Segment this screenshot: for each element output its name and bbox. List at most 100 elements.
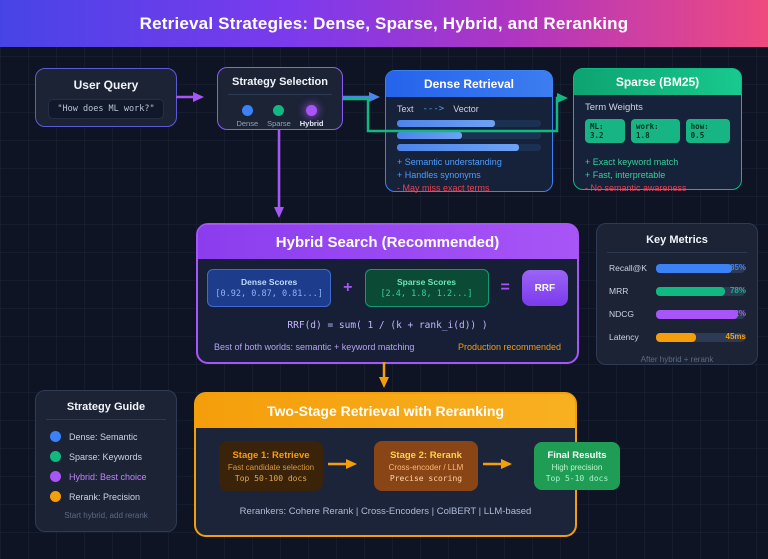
two-stage-header: Two-Stage Retrieval with Reranking <box>196 394 575 428</box>
legend-dot-icon <box>50 431 61 442</box>
legend-dot-icon <box>50 451 61 462</box>
dense-retrieval-box: Dense Retrieval Text ---> Vector + Seman… <box>385 70 553 192</box>
metric-label: Latency <box>609 332 649 342</box>
vector-bar <box>397 132 541 139</box>
key-metrics-title: Key Metrics <box>597 234 757 246</box>
guide-item-label: Dense: Semantic <box>69 432 138 442</box>
metric-bar: 85% <box>656 264 745 273</box>
guide-item: Rerank: Precision <box>50 491 162 502</box>
strategy-option-hybrid: Hybrid <box>300 105 324 128</box>
stage1-line1: Fast candidate selection <box>228 463 314 472</box>
user-query-box: User Query "How does ML work?" <box>35 68 177 127</box>
metric-row-mrr: MRR 78% <box>609 286 745 296</box>
final-results-box: Final Results High precision Top 5-10 do… <box>534 442 620 490</box>
strategy-option-label: Dense <box>236 119 258 128</box>
metric-label: Recall@K <box>609 263 649 273</box>
guide-item: Sparse: Keywords <box>50 451 162 462</box>
metric-bar-fill <box>656 333 696 342</box>
term-weight-chips: ML: 3.2work: 1.8how: 0.5 <box>585 119 730 143</box>
strategy-selection-box: Strategy Selection DenseSparseHybrid <box>217 67 343 130</box>
metric-bar-fill <box>656 310 738 319</box>
point-pro: + Semantic understanding <box>397 156 541 169</box>
dense-retrieval-header: Dense Retrieval <box>386 71 552 97</box>
metric-row-latency: Latency 45ms <box>609 332 745 342</box>
flow-from-label: Text <box>397 104 414 114</box>
strategy-options: DenseSparseHybrid <box>218 101 342 128</box>
divider <box>46 419 166 420</box>
plus-operator: + <box>343 279 352 297</box>
vector-bar <box>397 120 541 127</box>
vector-bar-fill <box>397 132 462 139</box>
point-con: - No semantic awareness <box>585 182 730 195</box>
sparse-dot-icon <box>273 105 284 116</box>
strategy-guide-box: Strategy Guide Dense: Semantic Sparse: Ke… <box>35 390 177 532</box>
rerankers-footer: Rerankers: Cohere Rerank | Cross-Encoder… <box>196 506 575 517</box>
guide-item: Dense: Semantic <box>50 431 162 442</box>
dense-scores-values: [0.92, 0.87, 0.81...] <box>215 289 322 299</box>
strategy-selection-title: Strategy Selection <box>218 76 342 88</box>
stage2-rerank-box: Stage 2: Rerank Cross-encoder / LLM Prec… <box>374 441 478 491</box>
equals-operator: = <box>501 279 510 297</box>
metric-label: NDCG <box>609 309 649 319</box>
legend-dot-icon <box>50 491 61 502</box>
metric-rows: Recall@K 85% MRR 78% NDCG 92% Latency 45ms <box>597 259 757 342</box>
hybrid-search-box: Hybrid Search (Recommended) Dense Scores… <box>196 223 579 364</box>
text-to-vector-row: Text ---> Vector <box>397 104 541 114</box>
divider <box>607 252 747 253</box>
metric-value: 92% <box>730 309 746 318</box>
two-stage-box: Two-Stage Retrieval with Reranking Stage… <box>194 392 577 537</box>
final-results-line1: High precision <box>552 463 603 472</box>
point-con: - May miss exact terms <box>397 182 541 195</box>
guide-item: Hybrid: Best choice <box>50 471 162 482</box>
point-pro: + Exact keyword match <box>585 156 730 169</box>
flow-to-label: Vector <box>453 104 479 114</box>
metric-bar: 92% <box>656 310 745 319</box>
dashed-arrow-icon: ---> <box>423 104 445 114</box>
guide-footer: Start hybrid, add rerank <box>36 511 176 520</box>
production-recommended-badge: Production recommended <box>458 342 561 352</box>
hybrid-footer: Best of both worlds: semantic + keyword … <box>198 342 577 352</box>
metric-value: 78% <box>730 286 746 295</box>
sparse-scores-title: Sparse Scores <box>397 277 456 287</box>
metric-bar-fill <box>656 287 725 296</box>
hybrid-note: Best of both worlds: semantic + keyword … <box>214 342 414 352</box>
divider <box>228 94 332 95</box>
legend-dot-icon <box>50 471 61 482</box>
term-weight-chip: how: 0.5 <box>686 119 730 143</box>
dense-dot-icon <box>242 105 253 116</box>
rrf-formula: RRF(d) = sum( 1 / (k + rank_i(d)) ) <box>198 320 577 331</box>
vector-bar-fill <box>397 144 519 151</box>
strategy-guide-title: Strategy Guide <box>36 401 176 413</box>
guide-item-label: Hybrid: Best choice <box>69 472 147 482</box>
metric-bar: 45ms <box>656 333 745 342</box>
stage1-title: Stage 1: Retrieve <box>232 450 309 461</box>
rrf-badge: RRF <box>522 270 568 306</box>
metric-bar-fill <box>656 264 732 273</box>
vector-bars <box>397 120 541 151</box>
dense-pros-cons: + Semantic understanding+ Handles synony… <box>397 156 541 195</box>
stage2-line1: Cross-encoder / LLM <box>389 463 464 472</box>
key-metrics-box: Key Metrics Recall@K 85% MRR 78% NDCG 92% Late… <box>596 223 758 365</box>
user-query-text: "How does ML work?" <box>48 99 164 119</box>
hybrid-dot-icon <box>306 105 317 116</box>
term-weights-label: Term Weights <box>585 102 730 113</box>
title-banner: Retrieval Strategies: Dense, Sparse, Hyb… <box>0 0 768 47</box>
term-weight-chip: work: 1.8 <box>631 119 680 143</box>
hybrid-search-header: Hybrid Search (Recommended) <box>198 225 577 259</box>
metric-row-ndcg: NDCG 92% <box>609 309 745 319</box>
sparse-scores-box: Sparse Scores [2.4, 1.8, 1.2...] <box>365 269 489 307</box>
stage1-retrieve-box: Stage 1: Retrieve Fast candidate selecti… <box>219 441 323 491</box>
vector-bar-fill <box>397 120 495 127</box>
sparse-pros-cons: + Exact keyword match+ Fast, interpretab… <box>585 156 730 195</box>
metric-value: 85% <box>730 263 746 272</box>
final-results-line2: Top 5-10 docs <box>546 474 609 483</box>
sparse-bm25-header: Sparse (BM25) <box>574 69 741 95</box>
metric-label: MRR <box>609 286 649 296</box>
guide-item-label: Rerank: Precision <box>69 492 140 502</box>
dense-scores-title: Dense Scores <box>241 277 297 287</box>
dense-scores-box: Dense Scores [0.92, 0.87, 0.81...] <box>207 269 331 307</box>
term-weight-chip: ML: 3.2 <box>585 119 625 143</box>
point-pro: + Fast, interpretable <box>585 169 730 182</box>
stage2-line2: Precise scoring <box>390 474 462 483</box>
metric-bar: 78% <box>656 287 745 296</box>
